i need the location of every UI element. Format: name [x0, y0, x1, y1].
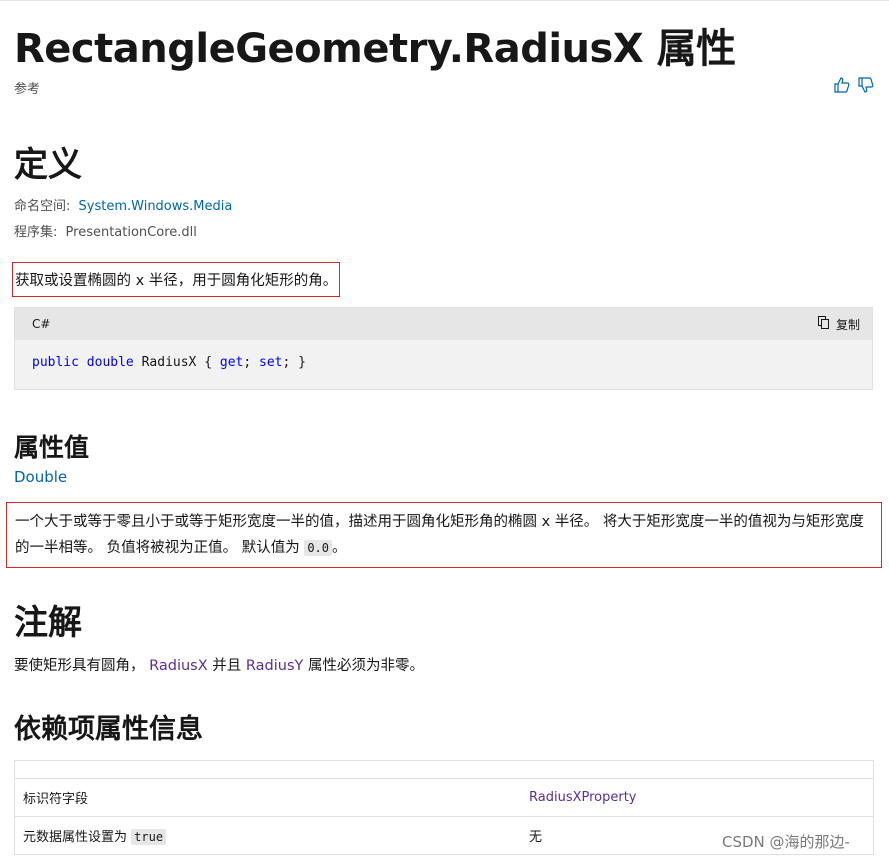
remarks-text-before: 要使矩形具有圆角，: [14, 658, 150, 674]
code-keyword-double: double: [86, 355, 134, 370]
copy-label: 复制: [835, 317, 860, 332]
definition-heading: 定义: [14, 145, 82, 185]
radiusx-link[interactable]: RadiusX: [149, 658, 208, 674]
default-value-code: 0.0: [304, 540, 333, 556]
table-header-row: [14, 760, 874, 779]
copy-button[interactable]: 复制: [817, 316, 860, 333]
table-cell-label: 标识符字段: [14, 778, 521, 817]
csdn-watermark: CSDN @海的那边-: [722, 833, 850, 851]
double-type-link[interactable]: Double: [14, 468, 67, 486]
property-value-description: 一个大于或等于零且小于或等于矩形宽度一半的值，描述用于圆角化矩形角的椭圆 x 半…: [6, 502, 882, 568]
table-cell-label: 元数据属性设置为 true: [14, 816, 521, 855]
assembly-row: 程序集: PresentationCore.dll: [14, 221, 197, 240]
thumbs-down-icon[interactable]: [857, 76, 875, 94]
reference-label: 参考: [14, 82, 41, 97]
dependency-heading: 依赖项属性信息: [14, 714, 203, 745]
namespace-link[interactable]: System.Windows.Media: [79, 199, 233, 214]
top-divider: [0, 0, 889, 5]
metadata-true-code: true: [131, 829, 167, 845]
namespace-label: 命名空间:: [14, 199, 71, 214]
radiusy-link[interactable]: RadiusY: [246, 658, 303, 674]
remarks-text-middle: 并且: [207, 658, 246, 674]
code-header: C# 复制: [15, 308, 872, 340]
code-brace-close: ; }: [282, 355, 306, 370]
assembly-label: 程序集:: [14, 225, 58, 240]
namespace-row: 命名空间: System.Windows.Media: [14, 195, 232, 214]
table-cell-value: RadiusXProperty: [521, 778, 874, 817]
table-row: 标识符字段 RadiusXProperty: [14, 778, 874, 817]
code-block: C# 复制 public double RadiusX { get; set; …: [14, 307, 873, 390]
page-title: RectangleGeometry.RadiusX 属性: [14, 26, 736, 72]
code-body: public double RadiusX { get; set; }: [15, 340, 872, 385]
remarks-text: 要使矩形具有圆角， RadiusX 并且 RadiusY 属性必须为非零。: [14, 654, 424, 675]
property-value-heading: 属性值: [14, 433, 90, 462]
assembly-value: PresentationCore.dll: [65, 225, 197, 240]
property-value-text: 一个大于或等于零且小于或等于矩形宽度一半的值，描述用于圆角化矩形角的椭圆 x 半…: [15, 514, 864, 556]
code-keyword-set: set: [259, 355, 283, 370]
code-property-name: RadiusX: [141, 355, 197, 370]
code-keyword-public: public: [32, 355, 79, 370]
thumbs-up-icon[interactable]: [833, 76, 851, 94]
summary-text: 获取或设置椭圆的 x 半径，用于圆角化矩形的角。: [12, 262, 341, 297]
copy-icon: [817, 316, 830, 332]
remarks-text-after: 属性必须为非零。: [303, 658, 424, 674]
radiusx-property-link[interactable]: RadiusXProperty: [529, 790, 637, 805]
code-semicolon: ;: [243, 355, 260, 370]
metadata-label: 元数据属性设置为: [23, 830, 128, 845]
remarks-heading: 注解: [14, 603, 82, 643]
code-language: C#: [32, 317, 51, 331]
table-header-cell: [14, 760, 874, 779]
code-keyword-get: get: [219, 355, 244, 370]
code-brace-open: {: [196, 355, 220, 370]
property-value-end: 。: [332, 540, 347, 556]
